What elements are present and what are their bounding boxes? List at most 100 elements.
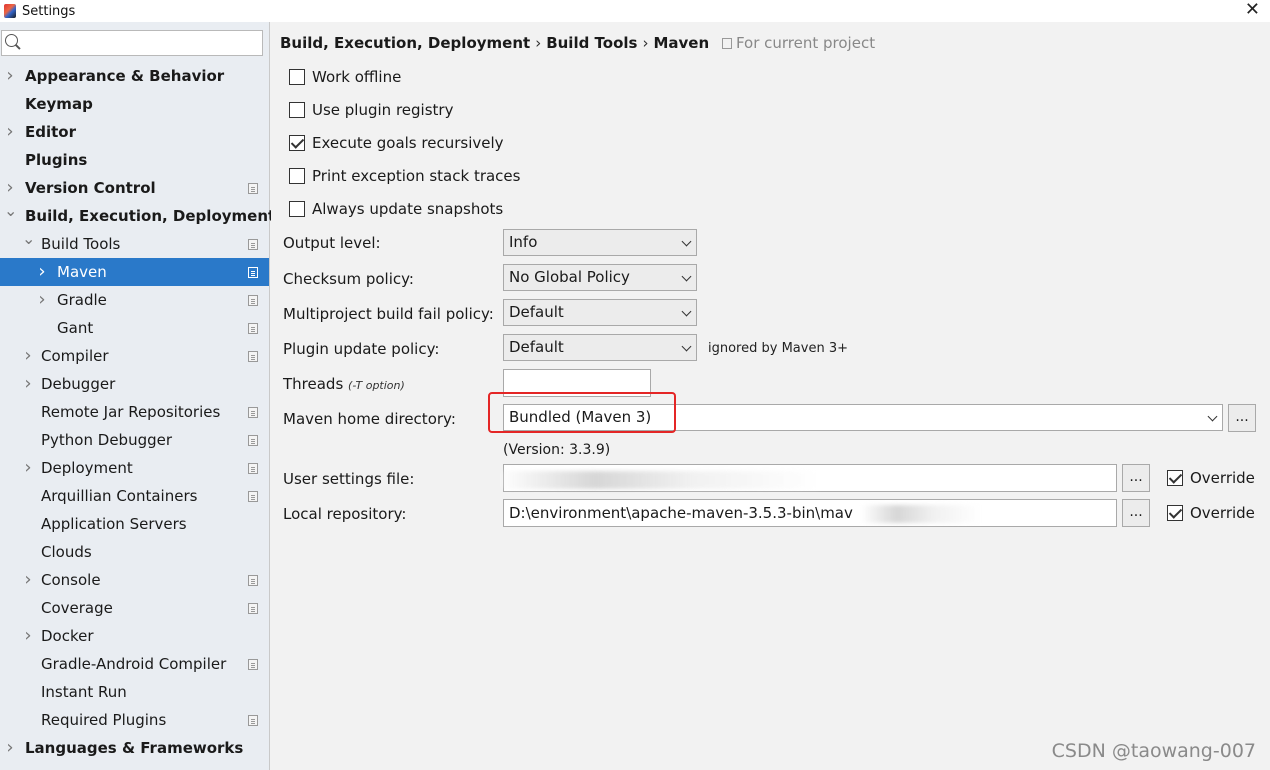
sidebar-item-label: Required Plugins [41, 711, 167, 729]
sidebar-item[interactable]: › Editor [0, 118, 269, 146]
scope-text: For current project [735, 34, 876, 52]
chevron-right-icon[interactable]: › [36, 258, 48, 286]
project-scope-icon [248, 435, 258, 446]
sidebar-item-label: Arquillian Containers [41, 487, 198, 505]
sidebar-item-label: Console [41, 571, 101, 589]
user-settings-label: User settings file: [283, 470, 415, 488]
sidebar-item-label: Languages & Frameworks [25, 739, 244, 757]
use-plugin-registry-option[interactable]: Use plugin registry [289, 98, 453, 122]
project-scope-icon [248, 351, 258, 362]
sidebar-item-label: Application Servers [41, 515, 187, 533]
chevron-right-icon[interactable]: › [36, 286, 48, 314]
sidebar-item[interactable]: Instant Run [0, 678, 269, 706]
chevron-down-icon [681, 306, 692, 317]
sidebar-item-label: Instant Run [41, 683, 127, 701]
sidebar-item-label: Gradle [57, 291, 107, 309]
breadcrumb: Build, Execution, Deployment › Build Tools… [280, 34, 875, 54]
chevron-down-icon[interactable]: ⌄ [4, 197, 17, 225]
sidebar-item[interactable]: Plugins [0, 146, 269, 174]
sidebar-item-label: Plugins [25, 151, 88, 169]
sidebar-item-label: Build Tools [41, 235, 121, 253]
sidebar-item[interactable]: › Deployment [0, 454, 269, 482]
search-input[interactable] [1, 30, 263, 56]
sidebar-item[interactable]: Required Plugins [0, 706, 269, 734]
work-offline-option[interactable]: Work offline [289, 65, 401, 89]
sidebar-item[interactable]: › Console [0, 566, 269, 594]
sidebar-item[interactable]: Application Servers [0, 510, 269, 538]
threads-label-text: Threads [283, 375, 344, 393]
sidebar-item[interactable]: ⌄ Build, Execution, Deployment [0, 201, 275, 230]
maven-settings-panel: Build, Execution, Deployment › Build Tools… [271, 22, 1270, 770]
local-repository-browse-button[interactable]: ... [1122, 499, 1150, 527]
breadcrumb-separator: › [535, 34, 542, 52]
always-update-option[interactable]: Always update snapshots [289, 197, 503, 221]
sidebar-item-label: Clouds [41, 543, 92, 561]
project-scope-icon [248, 407, 258, 418]
sidebar-item[interactable]: › Docker [0, 622, 269, 650]
local-repository-override-label: Override [1190, 504, 1255, 522]
work-offline-checkbox[interactable] [289, 69, 305, 85]
local-repository-override[interactable]: Override [1167, 501, 1255, 525]
threads-hint: (-T option) [348, 379, 405, 392]
chevron-right-icon[interactable]: › [4, 118, 16, 146]
project-scope-icon [248, 183, 258, 194]
user-settings-browse-button[interactable]: ... [1122, 464, 1150, 492]
print-exception-option[interactable]: Print exception stack traces [289, 164, 520, 188]
breadcrumb-separator: › [642, 34, 649, 52]
sidebar-item[interactable]: › Languages & Frameworks [0, 734, 269, 762]
user-settings-override-checkbox[interactable] [1167, 470, 1183, 486]
window-title: Settings [22, 3, 76, 19]
print-exception-checkbox[interactable] [289, 168, 305, 184]
sidebar-item[interactable]: › Maven [0, 258, 269, 286]
plugin-update-policy-select[interactable]: Default [503, 334, 697, 361]
maven-home-browse-button[interactable]: ... [1228, 404, 1256, 432]
sidebar-item[interactable]: › Version Control [0, 174, 269, 202]
chevron-right-icon[interactable]: › [4, 62, 16, 90]
sidebar-item[interactable]: Keymap [0, 90, 269, 118]
project-scope-icon [248, 239, 258, 250]
sidebar-item[interactable]: Coverage [0, 594, 269, 622]
project-scope-icon [248, 715, 258, 726]
chevron-right-icon[interactable]: › [22, 622, 34, 650]
sidebar-item[interactable]: › Compiler [0, 342, 269, 370]
maven-home-label: Maven home directory: [283, 410, 456, 428]
chevron-down-icon [1207, 411, 1218, 422]
execute-goals-checkbox[interactable] [289, 135, 305, 151]
sidebar-item-label: Build, Execution, Deployment [25, 207, 276, 225]
execute-goals-option[interactable]: Execute goals recursively [289, 131, 504, 155]
watermark: CSDN @taowang-007 [1051, 740, 1256, 762]
output-level-select[interactable]: Info [503, 229, 697, 256]
sidebar-item[interactable]: Python Debugger [0, 426, 269, 454]
sidebar-item-label: Appearance & Behavior [25, 67, 225, 85]
highlight-annotation [488, 392, 676, 433]
user-settings-override[interactable]: Override [1167, 466, 1255, 490]
project-scope-icon [721, 38, 732, 49]
local-repository-input[interactable]: D:\environment\apache-maven-3.5.3-bin\ma… [503, 499, 1117, 527]
sidebar-item[interactable]: Gradle-Android Compiler [0, 650, 269, 678]
always-update-checkbox[interactable] [289, 201, 305, 217]
checksum-policy-select[interactable]: No Global Policy [503, 264, 697, 291]
multiproject-policy-select[interactable]: Default [503, 299, 697, 326]
chevron-right-icon[interactable]: › [22, 566, 34, 594]
sidebar-item[interactable]: Clouds [0, 538, 269, 566]
chevron-right-icon[interactable]: › [4, 734, 16, 762]
chevron-down-icon[interactable]: ⌄ [22, 225, 35, 253]
sidebar-item-label: Keymap [25, 95, 93, 113]
chevron-right-icon[interactable]: › [22, 370, 34, 398]
sidebar-item[interactable]: › Gradle [0, 286, 269, 314]
sidebar-item[interactable]: Remote Jar Repositories [0, 398, 269, 426]
sidebar-item[interactable]: › Debugger [0, 370, 269, 398]
close-icon[interactable]: ✕ [1245, 0, 1260, 20]
sidebar-item[interactable]: Gant [0, 314, 269, 342]
local-repository-override-checkbox[interactable] [1167, 505, 1183, 521]
threads-label: Threads (-T option) [283, 372, 405, 396]
chevron-right-icon[interactable]: › [22, 342, 34, 370]
sidebar-item[interactable]: › Appearance & Behavior [0, 62, 269, 90]
redaction-blur [499, 471, 819, 489]
project-scope-icon [248, 575, 258, 586]
sidebar-item-label: Deployment [41, 459, 133, 477]
sidebar-item[interactable]: Arquillian Containers [0, 482, 269, 510]
sidebar-item[interactable]: ⌄ Build Tools [0, 229, 269, 258]
chevron-right-icon[interactable]: › [22, 454, 34, 482]
use-plugin-registry-checkbox[interactable] [289, 102, 305, 118]
